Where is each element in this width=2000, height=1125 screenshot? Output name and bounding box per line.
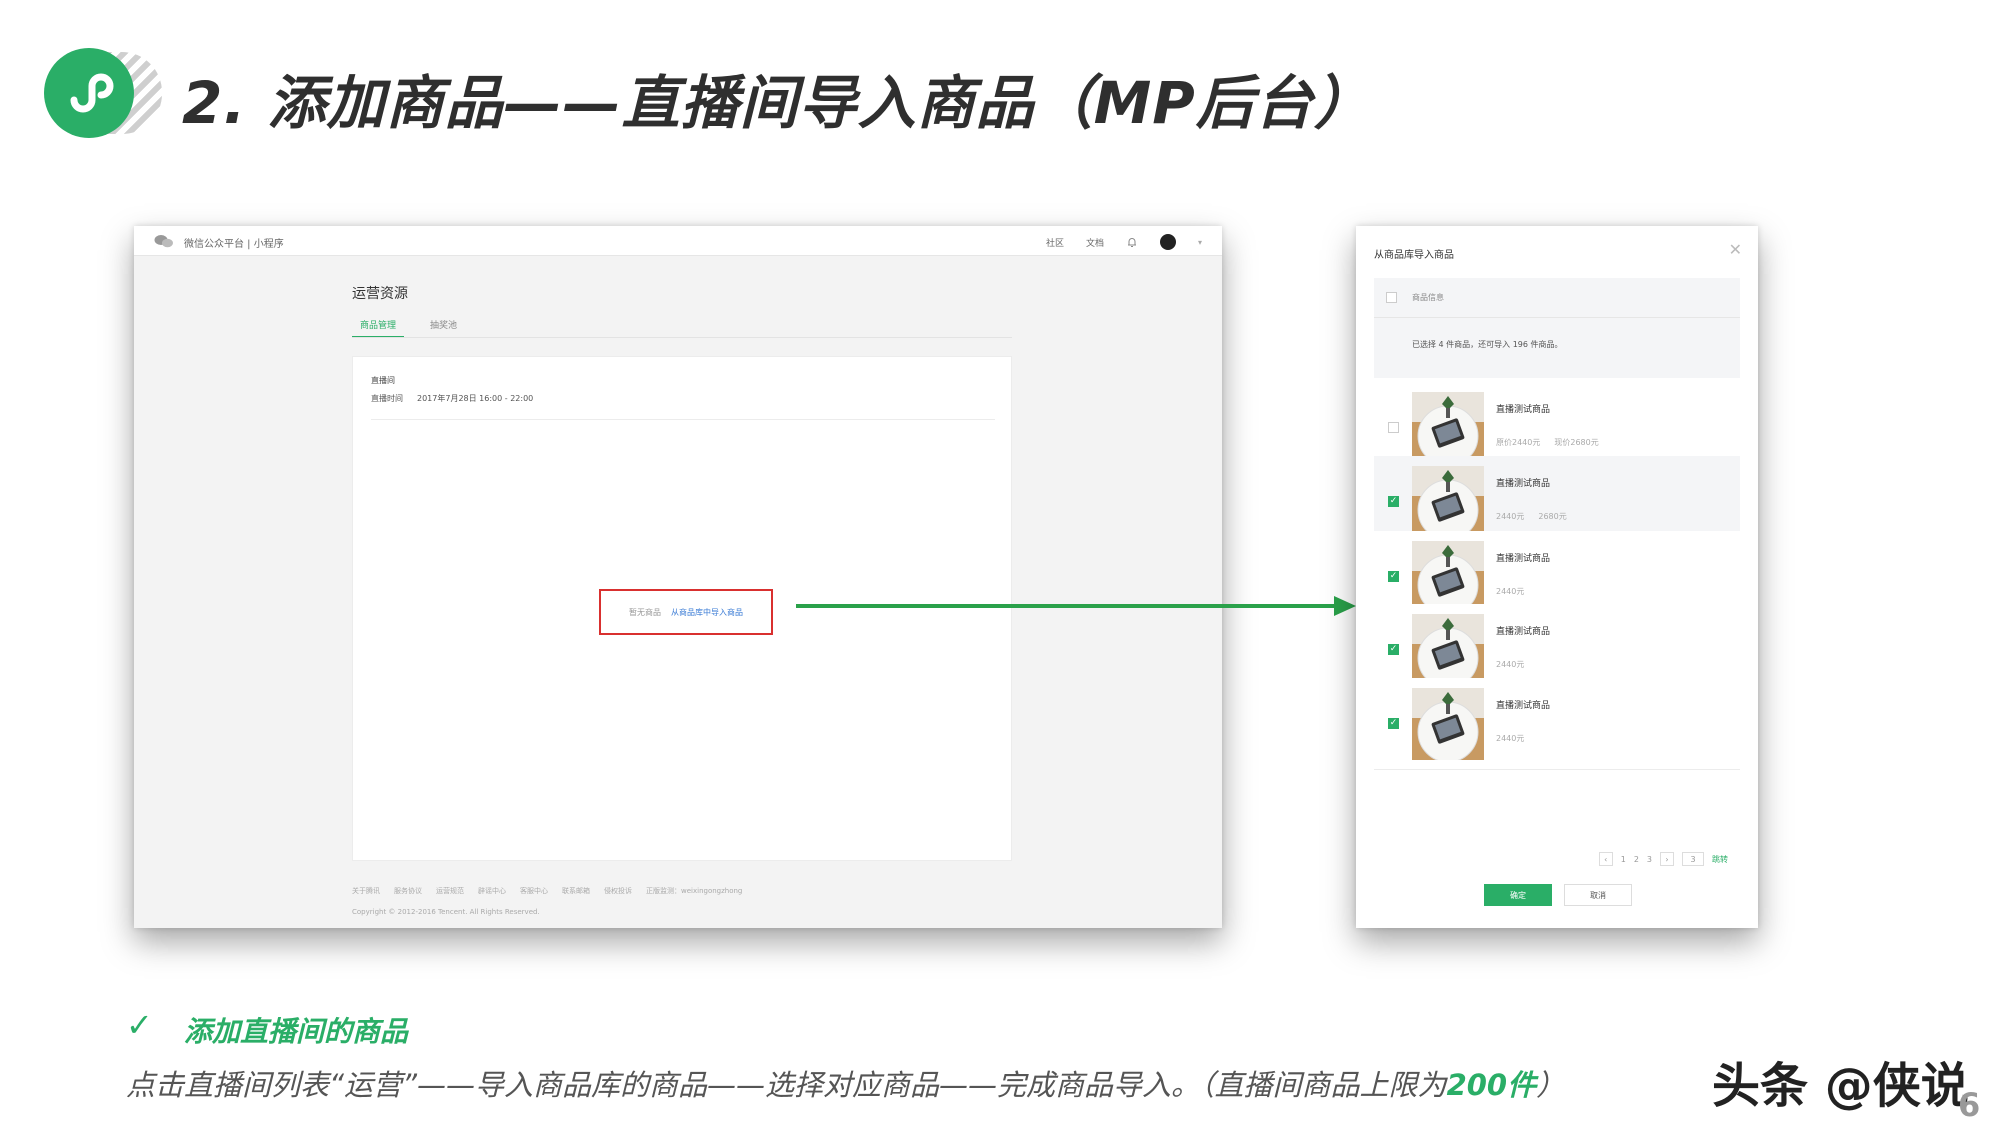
pagination: ‹ 1 2 3 › 3 跳转: [1598, 852, 1728, 866]
description-limit: 200件: [1446, 1068, 1537, 1102]
checkmark-icon: ✓: [126, 1006, 153, 1044]
chevron-down-icon[interactable]: ▾: [1198, 238, 1202, 247]
product-name: 直播测试商品: [1496, 405, 1551, 415]
dialog-title: 从商品库导入商品: [1374, 250, 1454, 261]
product-checkbox[interactable]: ✓: [1388, 718, 1399, 729]
mini-program-icon: [70, 73, 114, 113]
selection-summary: 已选择 4 件商品，还可导入 196 件商品。: [1412, 340, 1563, 349]
product-checkbox[interactable]: ✓: [1388, 496, 1399, 507]
arrow-right-icon: [796, 596, 1356, 616]
product-price: 原价2440元 现价2680元: [1496, 437, 1599, 448]
select-all-checkbox[interactable]: [1386, 292, 1397, 303]
product-name: 直播测试商品: [1496, 479, 1551, 489]
product-image: [1412, 466, 1484, 538]
product-checkbox[interactable]: ✓: [1388, 571, 1399, 582]
cancel-button[interactable]: 取消: [1564, 884, 1632, 906]
product-price-original: 原价2440元: [1496, 438, 1541, 447]
product-image: [1412, 541, 1484, 613]
mp-topbar: 微信公众平台 | 小程序 社区 文档 ▾: [134, 226, 1222, 256]
product-checkbox[interactable]: ✓: [1388, 644, 1399, 655]
tab-divider: [352, 337, 1012, 338]
close-icon[interactable]: ✕: [1729, 240, 1742, 259]
nav-docs[interactable]: 文档: [1086, 236, 1104, 249]
product-price-original: 2440元: [1496, 512, 1525, 521]
copyright: Copyright © 2012-2016 Tencent. All Right…: [352, 908, 540, 916]
page-number: 6: [1958, 1086, 1981, 1124]
product-name: 直播测试商品: [1496, 701, 1551, 711]
page-2[interactable]: 2: [1634, 855, 1639, 864]
mp-console-screenshot: 微信公众平台 | 小程序 社区 文档 ▾ 运营资源 商品管理 抽奖池 直播间 直…: [134, 226, 1222, 928]
footer-link[interactable]: 关于腾讯: [352, 886, 380, 896]
prev-page-button[interactable]: ‹: [1598, 852, 1613, 866]
footer-link[interactable]: 客服中心: [520, 886, 548, 896]
product-price: 2440元 2680元: [1496, 511, 1567, 522]
tab-bar: 商品管理 抽奖池: [352, 318, 465, 338]
product-image: [1412, 392, 1484, 464]
footer-link[interactable]: 正版监测：weixingongzhong: [646, 886, 742, 896]
wechat-icon: [154, 235, 173, 248]
slide-title: 2. 添加商品——直播间导入商品（MP后台）: [182, 69, 1373, 137]
header-label: 商品信息: [1412, 293, 1444, 302]
product-price-current: 2680元: [1538, 512, 1567, 521]
product-image: [1412, 688, 1484, 760]
page-jump-button[interactable]: 跳转: [1712, 854, 1728, 865]
footer-link[interactable]: 侵权投诉: [604, 886, 632, 896]
product-price-current: 现价2680元: [1554, 438, 1599, 447]
import-highlight-box: 暂无商品 从商品库中导入商品: [599, 589, 773, 635]
footer-link[interactable]: 运营规范: [436, 886, 464, 896]
product-price: 2440元: [1496, 659, 1538, 670]
footer-link[interactable]: 服务协议: [394, 886, 422, 896]
live-room-label: 直播间: [371, 376, 395, 385]
product-price-original: 2440元: [1496, 587, 1525, 596]
watermark: 头条 @侠说: [1712, 1058, 1969, 1114]
product-row[interactable]: ✓ 直播测试商品 2440元: [1374, 678, 1740, 770]
product-price-original: 2440元: [1496, 734, 1525, 743]
page-3[interactable]: 3: [1647, 855, 1652, 864]
import-from-library-link[interactable]: 从商品库中导入商品: [671, 607, 743, 618]
page-jump-input[interactable]: 3: [1682, 852, 1704, 866]
footer-link[interactable]: 联系邮箱: [562, 886, 590, 896]
description-main: 点击直播间列表“运营”——导入商品库的商品——选择对应商品——完成商品导入。（直…: [126, 1068, 1447, 1102]
nav-community[interactable]: 社区: [1046, 236, 1064, 249]
tab-lottery-pool[interactable]: 抽奖池: [422, 318, 465, 338]
mini-program-logo: [44, 48, 162, 138]
confirm-button[interactable]: 确定: [1484, 884, 1552, 906]
footer-links: 关于腾讯 服务协议 运营规范 辟谣中心 客服中心 联系邮箱 侵权投诉 正版监测：…: [352, 886, 742, 896]
product-price: 2440元: [1496, 586, 1538, 597]
mp-brand: 微信公众平台 | 小程序: [184, 239, 284, 250]
avatar[interactable]: [1159, 234, 1176, 250]
live-time-label: 直播时间: [371, 394, 403, 403]
sub-heading: 添加直播间的商品: [184, 1015, 409, 1048]
header-row: 商品信息: [1374, 278, 1740, 318]
tab-product-management[interactable]: 商品管理: [352, 318, 405, 338]
import-products-dialog: 从商品库导入商品 ✕ 商品信息 已选择 4 件商品，还可导入 196 件商品。 …: [1356, 226, 1758, 928]
product-image: [1412, 614, 1484, 686]
page-1[interactable]: 1: [1621, 855, 1626, 864]
dialog-header: 商品信息 已选择 4 件商品，还可导入 196 件商品。: [1374, 278, 1740, 378]
description: 点击直播间列表“运营”——导入商品库的商品——选择对应商品——完成商品导入。（直…: [126, 1062, 1565, 1104]
empty-hint: 暂无商品: [629, 607, 661, 617]
next-page-button[interactable]: ›: [1660, 852, 1674, 866]
description-end: ）: [1536, 1068, 1566, 1102]
bell-icon[interactable]: [1126, 236, 1138, 248]
card-divider: [371, 419, 995, 420]
product-name: 直播测试商品: [1496, 554, 1551, 564]
footer-link[interactable]: 辟谣中心: [478, 886, 506, 896]
product-price: 2440元: [1496, 733, 1538, 744]
product-price-original: 2440元: [1496, 660, 1525, 669]
mp-nav: 社区 文档 ▾: [1046, 234, 1202, 250]
product-checkbox[interactable]: [1388, 422, 1399, 433]
page-title: 运营资源: [352, 286, 408, 302]
live-time: 直播时间 2017年7月28日 16:00 - 22:00: [371, 393, 533, 404]
live-time-value: 2017年7月28日 16:00 - 22:00: [417, 394, 534, 403]
product-name: 直播测试商品: [1496, 627, 1551, 637]
